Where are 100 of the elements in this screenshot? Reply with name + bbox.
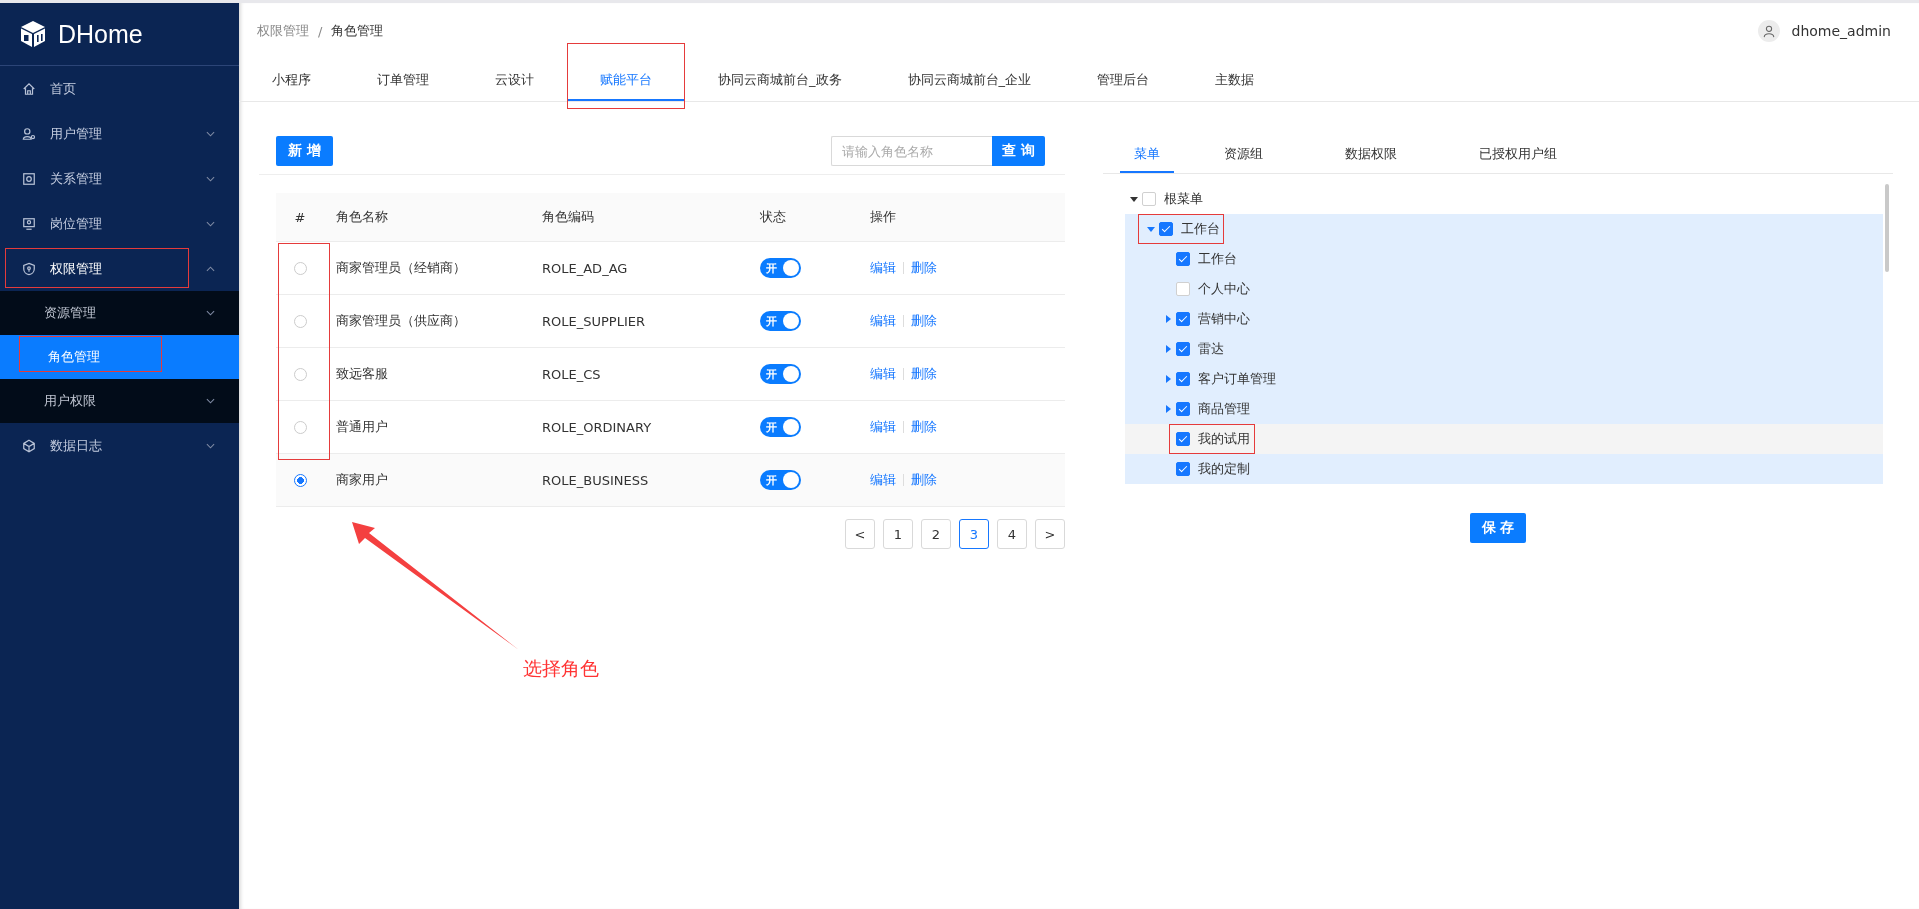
- page-button[interactable]: 3: [959, 519, 989, 549]
- action-link[interactable]: 删除: [911, 418, 937, 436]
- search-button[interactable]: 查 询: [992, 136, 1045, 166]
- tree-node-label[interactable]: 我的定制: [1198, 460, 1250, 478]
- action-link[interactable]: 删除: [911, 471, 937, 489]
- next-page-button[interactable]: >: [1035, 519, 1065, 549]
- caret-down-icon[interactable]: [1129, 195, 1138, 203]
- page-button[interactable]: 4: [997, 519, 1027, 549]
- action-link[interactable]: 编辑: [870, 365, 896, 383]
- tree-node-label[interactable]: 工作台: [1181, 220, 1220, 238]
- table-cell-text: ROLE_AD_AG: [541, 260, 629, 276]
- radio-button[interactable]: [293, 473, 307, 487]
- tree-node-label[interactable]: 雷达: [1198, 340, 1224, 358]
- frame-icon: [22, 171, 36, 186]
- tree-node-label[interactable]: 客户订单管理: [1198, 370, 1276, 388]
- action-link[interactable]: 删除: [911, 365, 937, 383]
- radio-button[interactable]: [293, 261, 307, 275]
- scrollbar[interactable]: [1885, 184, 1889, 272]
- tab[interactable]: 协同云商城前台_政务: [685, 59, 875, 101]
- toggle-switch[interactable]: 开: [760, 311, 801, 331]
- tree-row[interactable]: 我的试用: [1125, 424, 1883, 454]
- sidebar-item[interactable]: 首页: [0, 66, 239, 111]
- avatar-icon[interactable]: [1757, 20, 1780, 42]
- toggle-switch[interactable]: 开: [760, 470, 801, 490]
- user-name[interactable]: dhome_admin: [1791, 23, 1891, 39]
- tab[interactable]: 赋能平台: [567, 59, 685, 101]
- page-button[interactable]: 2: [921, 519, 951, 549]
- add-button[interactable]: 新 增: [276, 136, 333, 166]
- checkbox[interactable]: [1159, 222, 1173, 236]
- tab[interactable]: 云设计: [462, 59, 567, 101]
- table-cell-text: 普通用户: [335, 418, 389, 436]
- checkbox[interactable]: [1176, 252, 1190, 266]
- save-button[interactable]: 保 存: [1469, 513, 1527, 543]
- table-cell-text: ROLE_SUPPLIER: [541, 313, 646, 329]
- tab[interactable]: 协同云商城前台_企业: [874, 59, 1064, 101]
- chevron-up-icon: [206, 265, 215, 272]
- checkbox[interactable]: [1176, 312, 1190, 326]
- tab[interactable]: 主数据: [1182, 59, 1287, 101]
- breadcrumb-separator: /: [318, 23, 323, 39]
- tree-node-label[interactable]: 我的试用: [1198, 430, 1250, 448]
- tab[interactable]: 已授权用户组: [1479, 135, 1583, 173]
- tab[interactable]: 小程序: [239, 59, 344, 101]
- table-cell-text: 致远客服: [335, 365, 389, 383]
- action-link[interactable]: 删除: [911, 312, 937, 330]
- sidebar-item[interactable]: 数据日志: [0, 423, 239, 468]
- breadcrumb-item: 角色管理: [331, 22, 384, 40]
- checkbox[interactable]: [1176, 372, 1190, 386]
- tree-node-label[interactable]: 工作台: [1198, 250, 1237, 268]
- action-link[interactable]: 编辑: [870, 418, 896, 436]
- page-button[interactable]: 1: [883, 519, 913, 549]
- chevron-down-icon: [206, 175, 215, 182]
- sidebar-item[interactable]: 用户管理: [0, 111, 239, 156]
- column-header: 角色名称: [335, 208, 389, 226]
- action-link[interactable]: 编辑: [870, 471, 896, 489]
- column-header: 状态: [760, 208, 787, 226]
- tab[interactable]: 管理后台: [1064, 59, 1182, 101]
- sidebar-item[interactable]: 权限管理: [0, 246, 239, 291]
- table-cell-text: ROLE_ORDINARY: [541, 419, 653, 435]
- action-link[interactable]: 编辑: [870, 312, 896, 330]
- chevron-down-icon: [206, 442, 215, 449]
- checkbox[interactable]: [1176, 342, 1190, 356]
- submenu-item[interactable]: 资源管理: [0, 291, 239, 335]
- checkbox[interactable]: [1176, 402, 1190, 416]
- caret-right-icon[interactable]: [1163, 345, 1172, 353]
- checkbox[interactable]: [1176, 432, 1190, 446]
- table-cell-text: 商家用户: [335, 471, 389, 489]
- caret-right-icon[interactable]: [1163, 315, 1172, 323]
- action-link[interactable]: 删除: [911, 259, 937, 277]
- submenu-item[interactable]: 角色管理: [0, 335, 239, 379]
- tree-node-label[interactable]: 商品管理: [1198, 400, 1250, 418]
- chevron-down-icon: [206, 398, 215, 404]
- tab[interactable]: 订单管理: [344, 59, 462, 101]
- radio-button[interactable]: [293, 420, 307, 434]
- search-field[interactable]: 请输入角色名称: [831, 136, 993, 166]
- toggle-switch[interactable]: 开: [760, 258, 801, 278]
- sidebar-item[interactable]: 关系管理: [0, 156, 239, 201]
- tab[interactable]: 数据权限: [1345, 135, 1423, 173]
- tab[interactable]: 菜单: [1120, 135, 1174, 173]
- tree-node-label[interactable]: 营销中心: [1198, 310, 1250, 328]
- annotation-label: 选择角色: [523, 656, 599, 681]
- tree-node-label[interactable]: 个人中心: [1198, 280, 1250, 298]
- submenu-item[interactable]: 用户权限: [0, 379, 239, 423]
- toggle-switch[interactable]: 开: [760, 364, 801, 384]
- radio-button[interactable]: [293, 367, 307, 381]
- monitor-icon: [22, 216, 36, 231]
- caret-right-icon[interactable]: [1163, 375, 1172, 383]
- radio-button[interactable]: [293, 314, 307, 328]
- chevron-down-icon: [206, 310, 215, 316]
- table-cell-text: 商家管理员（经销商）: [335, 259, 467, 277]
- tab[interactable]: 资源组: [1224, 135, 1289, 173]
- tree-node-label[interactable]: 根菜单: [1164, 190, 1203, 208]
- action-link[interactable]: 编辑: [870, 259, 896, 277]
- breadcrumb-item[interactable]: 权限管理: [257, 22, 309, 40]
- checkbox[interactable]: [1176, 462, 1190, 476]
- table-cell-text: ROLE_CS: [541, 366, 602, 382]
- toggle-switch[interactable]: 开: [760, 417, 801, 437]
- sidebar-item[interactable]: 岗位管理: [0, 201, 239, 246]
- user-icon: [22, 126, 36, 141]
- caret-right-icon[interactable]: [1163, 405, 1172, 413]
- previous-page-button[interactable]: <: [845, 519, 875, 549]
